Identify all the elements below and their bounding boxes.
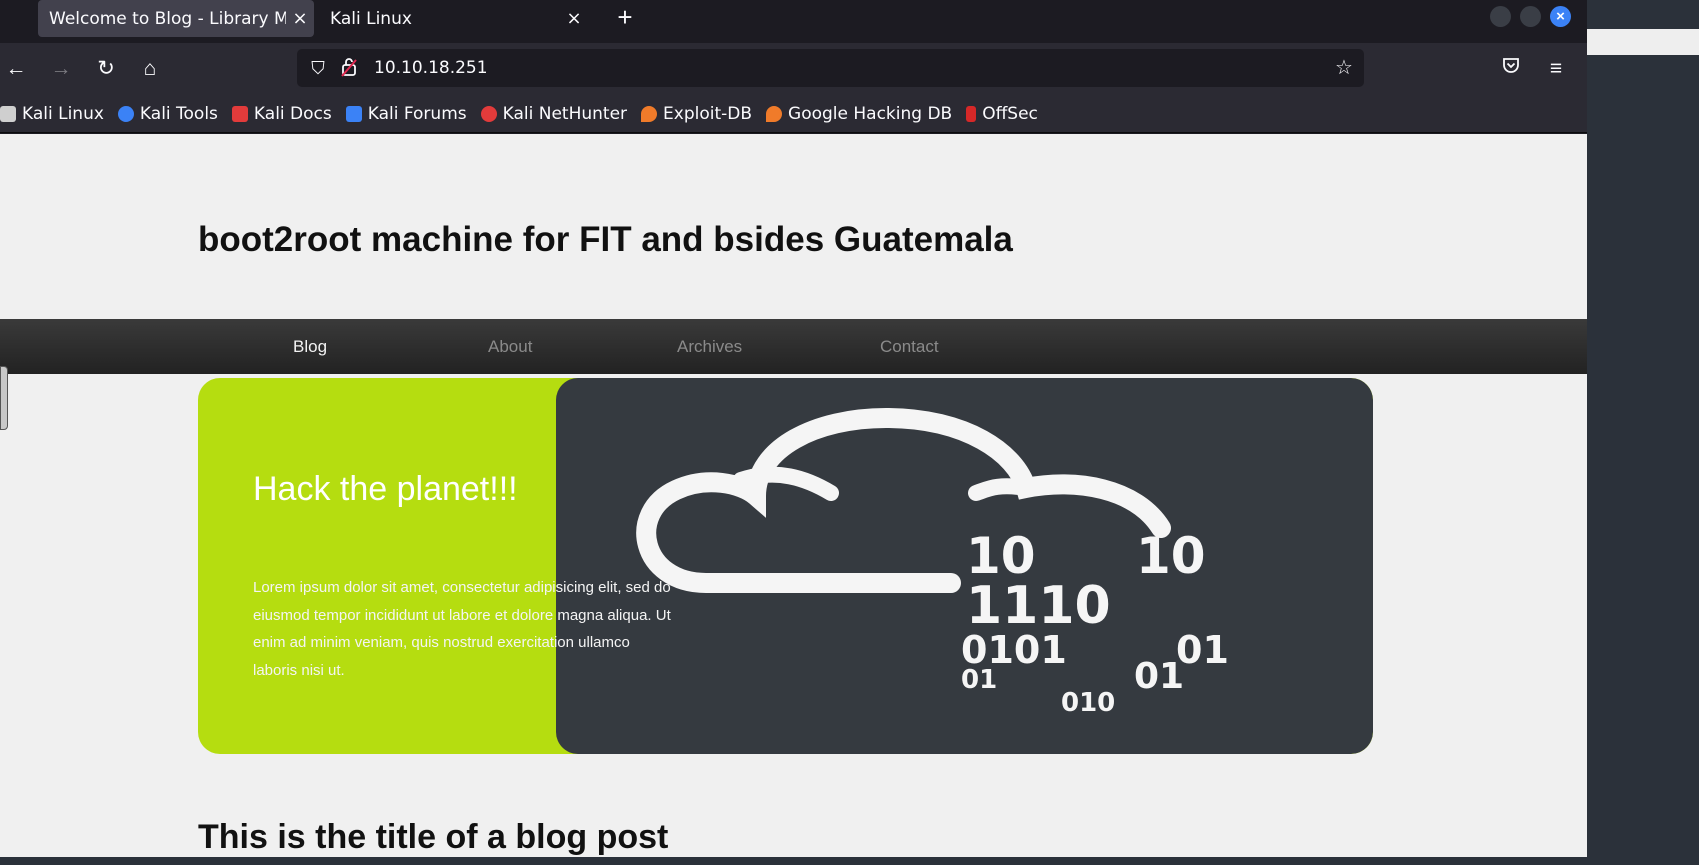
offsec-icon [966, 105, 977, 122]
close-window-button[interactable]: × [1550, 6, 1571, 27]
bookmark-label: Kali Linux [22, 103, 104, 124]
forward-arrow-icon[interactable]: → [47, 55, 75, 83]
tab-blog[interactable]: Welcome to Blog - Library Ma × [38, 0, 314, 37]
hero-banner: 10 10 1110 0101 01 01 010 01 Hack the pl… [198, 378, 1373, 754]
back-arrow-icon[interactable]: ← [2, 55, 30, 83]
kali-tools-icon [117, 105, 134, 122]
bookmark-label: Kali Docs [253, 103, 332, 124]
background-window-bar [1587, 29, 1699, 55]
tab-title: Kali Linux [330, 8, 412, 29]
bookmark-exploit-db[interactable]: Exploit-DB [641, 104, 752, 124]
bookmark-label: OffSec [982, 103, 1038, 124]
bookmark-star-icon[interactable]: ☆ [1332, 56, 1356, 80]
nav-blog[interactable]: Blog [293, 337, 327, 357]
minimize-button[interactable] [1490, 6, 1511, 27]
tab-kali-linux[interactable]: Kali Linux × [318, 0, 588, 37]
url-text[interactable]: 10.10.18.251 [374, 58, 488, 78]
bookmark-kali-tools[interactable]: Kali Tools [117, 103, 218, 124]
tab-title: Welcome to Blog - Library Ma [49, 8, 286, 29]
bookmark-kali-linux[interactable]: Kali Linux [0, 104, 104, 124]
kali-dragon-icon [0, 105, 16, 122]
address-bar[interactable]: ⛉ 10.10.18.251 ☆ [297, 49, 1364, 87]
hero-title: Hack the planet!!! [253, 470, 518, 508]
reload-icon[interactable]: ↻ [92, 55, 120, 83]
bottom-edge [0, 857, 1587, 865]
bookmark-label: Kali NetHunter [502, 103, 628, 124]
binary-text: 10 [1136, 527, 1206, 585]
shield-icon[interactable]: ⛉ [307, 57, 329, 79]
bookmark-label: Exploit-DB [663, 103, 753, 124]
bookmarks-bar: Kali Linux Kali Tools Kali Docs Kali For… [0, 95, 1587, 133]
nav-contact[interactable]: Contact [880, 337, 939, 357]
nav-archives[interactable]: Archives [677, 337, 742, 357]
bookmark-kali-docs[interactable]: Kali Docs [231, 103, 332, 124]
insecure-lock-icon[interactable] [338, 57, 360, 79]
menu-icon[interactable]: ≡ [1542, 55, 1570, 83]
bookmark-kali-nethunter[interactable]: Kali NetHunter [480, 103, 628, 124]
desktop-background [1587, 0, 1699, 865]
bookmark-label: Kali Tools [139, 103, 218, 124]
new-tab-icon[interactable]: + [610, 2, 640, 32]
nav-toolbar: ← → ↻ ⌂ ⛉ 10.10.18.251 ☆ ≡ [0, 43, 1587, 95]
maximize-button[interactable] [1520, 6, 1541, 27]
web-page: boot2root machine for FIT and bsides Gua… [0, 134, 1587, 857]
site-title: boot2root machine for FIT and bsides Gua… [198, 220, 1013, 259]
hero-text: Lorem ipsum dolor sit amet, consectetur … [253, 579, 671, 679]
nethunter-icon [480, 105, 497, 122]
home-icon[interactable]: ⌂ [136, 55, 164, 83]
cloud-binary-image: 10 10 1110 0101 01 01 010 01 [556, 378, 1373, 754]
kali-docs-icon [231, 105, 248, 122]
pocket-icon[interactable] [1497, 55, 1525, 83]
bookmark-google-hacking-db[interactable]: Google Hacking DB [766, 104, 952, 124]
tab-close-icon[interactable]: × [286, 8, 314, 29]
ghdb-icon [766, 105, 783, 122]
binary-text: 010 [1061, 688, 1115, 718]
kali-forums-icon [345, 105, 362, 122]
tab-bar: Welcome to Blog - Library Ma × Kali Linu… [0, 0, 1587, 43]
binary-text: 1110 [966, 576, 1111, 636]
exploit-db-icon [641, 105, 658, 122]
binary-text: 01 [1134, 656, 1184, 697]
site-nav: Blog About Archives Contact [0, 319, 1587, 374]
binary-text: 01 [961, 665, 997, 695]
blog-post-title[interactable]: This is the title of a blog post [198, 818, 668, 857]
bookmark-offsec[interactable]: OffSec [966, 104, 1038, 124]
browser-window: Welcome to Blog - Library Ma × Kali Linu… [0, 0, 1587, 865]
bookmark-kali-forums[interactable]: Kali Forums [345, 103, 467, 124]
nav-about[interactable]: About [488, 337, 532, 357]
bookmark-label: Google Hacking DB [788, 103, 953, 124]
side-panel-handle[interactable] [0, 366, 8, 430]
bookmark-label: Kali Forums [367, 103, 467, 124]
tab-close-icon[interactable]: × [560, 8, 588, 29]
